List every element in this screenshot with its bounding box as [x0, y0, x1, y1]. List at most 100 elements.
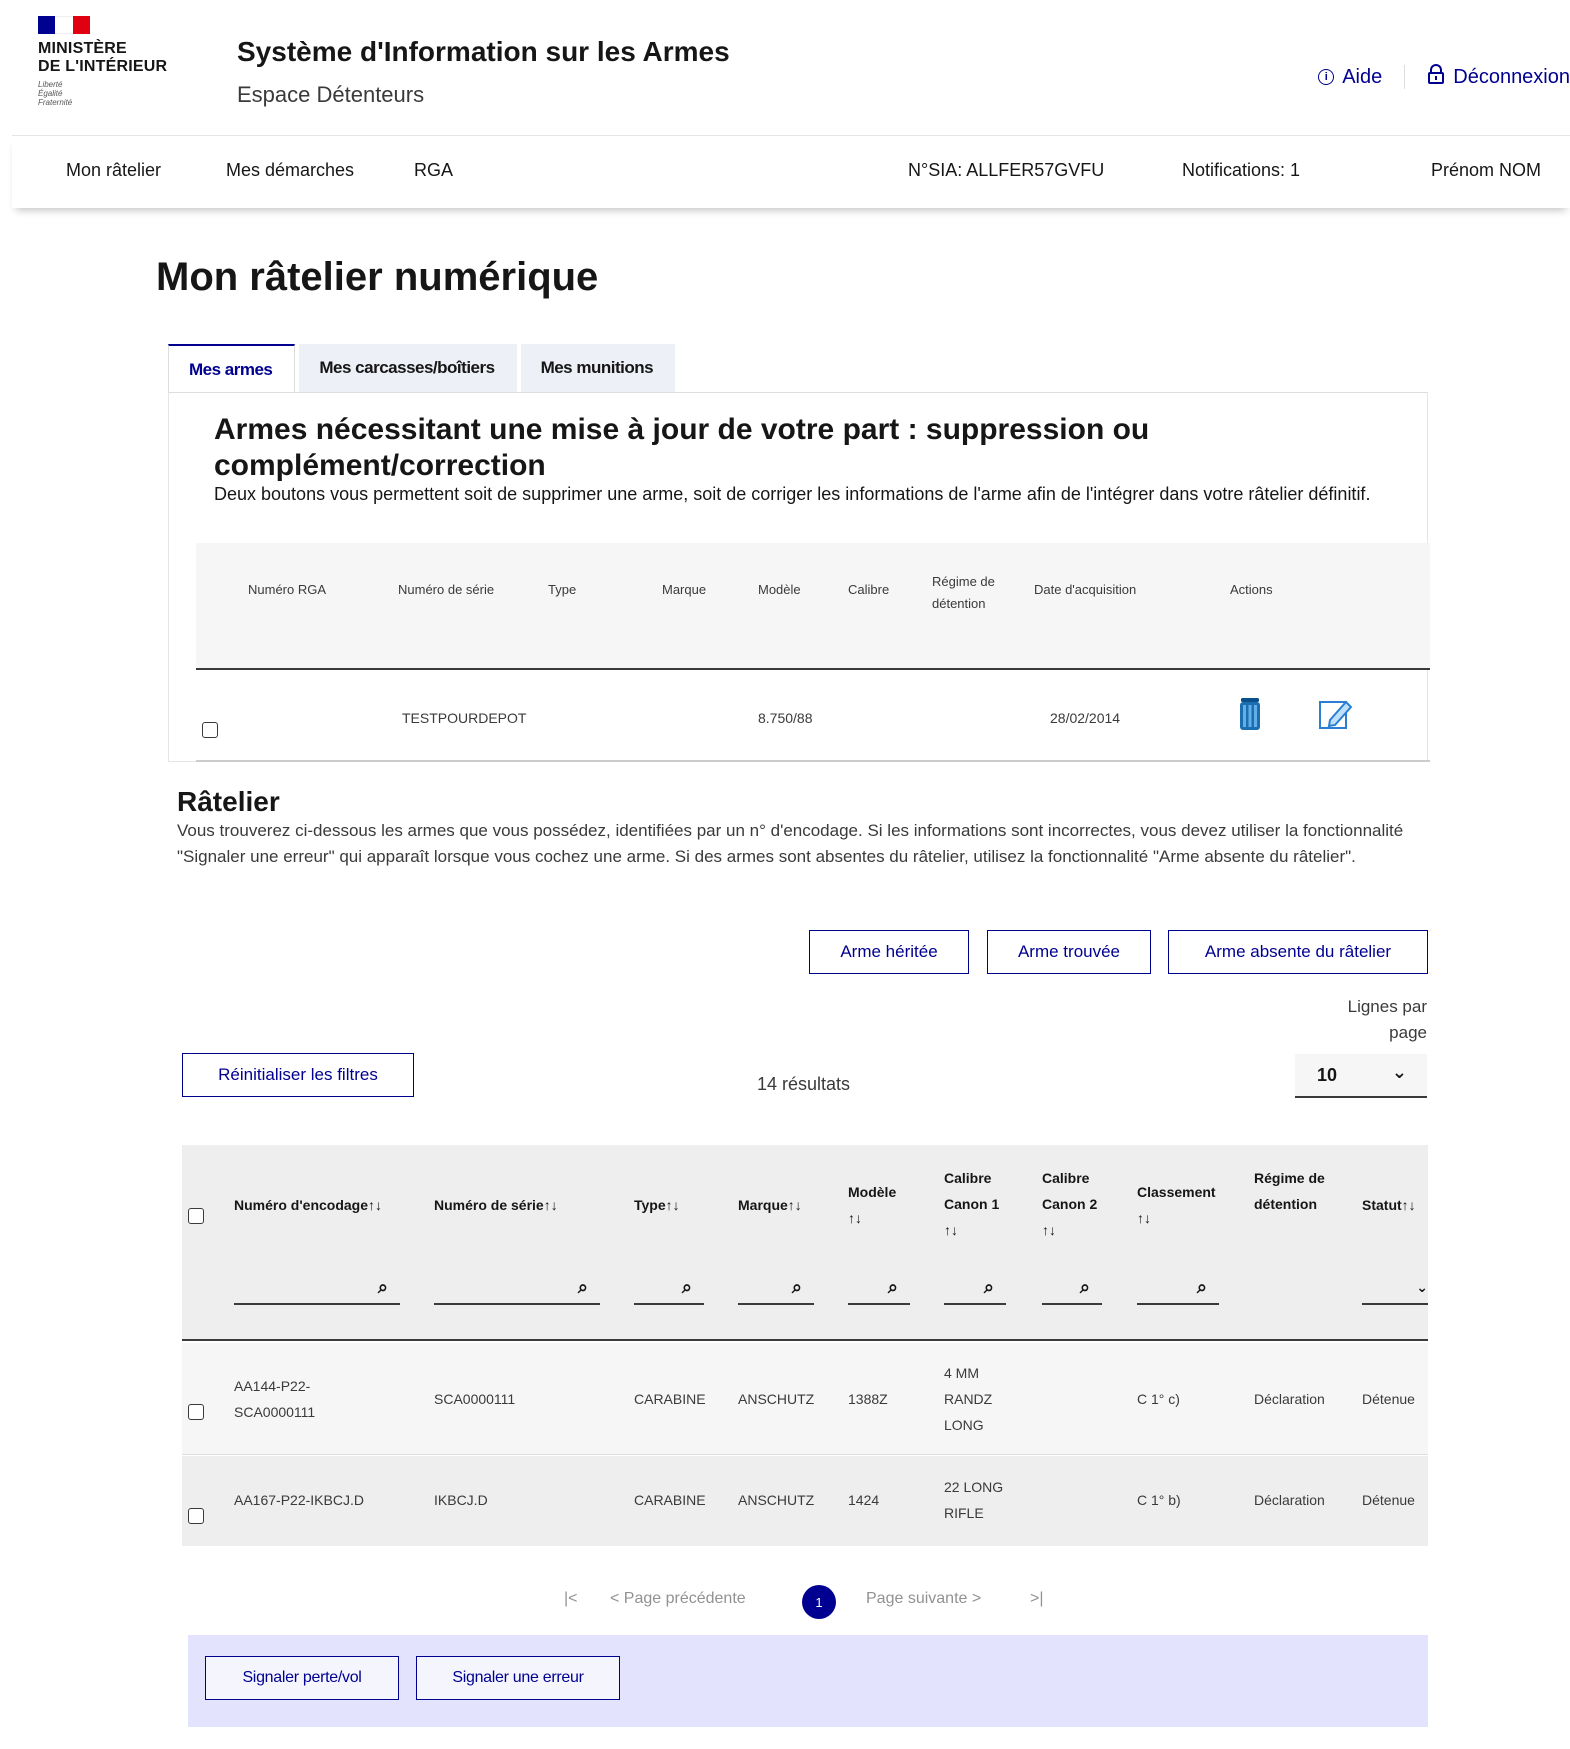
- logout-link[interactable]: Déconnexion: [1405, 64, 1570, 90]
- lines-per-page-label: Lignes par page: [1347, 997, 1427, 1042]
- ministry-logo[interactable]: MINISTÈRE DE L'INTÉRIEUR Liberté Égalité…: [38, 16, 188, 107]
- lines-per-page-select[interactable]: 10 ⌄: [1295, 1054, 1427, 1098]
- tab-mes-munitions[interactable]: Mes munitions: [520, 344, 676, 392]
- next-page-link[interactable]: Page suivante >: [866, 1590, 981, 1608]
- cell-encodage: AA167-P22-IKBCJ.D: [234, 1492, 364, 1508]
- col-type[interactable]: Type↑↓: [634, 1192, 680, 1218]
- filter-calibre-2[interactable]: ⌕: [1042, 1277, 1102, 1305]
- sort-icon[interactable]: ↑↓: [666, 1197, 680, 1213]
- nav-item-mon-ratelier[interactable]: Mon râtelier: [66, 160, 161, 181]
- notifications-link[interactable]: Notifications: 1: [1182, 160, 1300, 181]
- chevron-down-icon: ⌄: [1391, 1062, 1407, 1082]
- row-checkbox[interactable]: [188, 1508, 204, 1524]
- search-icon: ⌕: [681, 1277, 692, 1297]
- cell-regime: Déclaration: [1254, 1391, 1325, 1407]
- sia-number: N°SIA: ALLFER57GVFU: [908, 160, 1105, 180]
- col-calibre-2[interactable]: Calibre Canon 2 ↑↓: [1042, 1165, 1112, 1243]
- sort-icon[interactable]: ↑↓: [788, 1197, 802, 1213]
- col-regime: Régime de détention: [1254, 1170, 1325, 1212]
- tab-mes-armes[interactable]: Mes armes: [168, 344, 296, 392]
- search-icon: ⌕: [887, 1277, 898, 1297]
- previous-page-link[interactable]: < Page précédente: [610, 1590, 746, 1608]
- service-title-block: Système d'Information sur les Armes Espa…: [237, 36, 730, 108]
- table-row[interactable]: AA144-P22-SCA0000111 SCA0000111 CARABINE…: [182, 1343, 1428, 1455]
- cell-calibre-1: 22 LONG RIFLE: [944, 1479, 1004, 1521]
- maj-col-date: Date d'acquisition: [1034, 582, 1137, 597]
- select-all-checkbox[interactable]: [188, 1208, 204, 1224]
- ratelier-table-header: Numéro d'encodage↑↓ Numéro de série↑↓ Ty…: [182, 1145, 1428, 1341]
- col-calibre-1[interactable]: Calibre Canon 1 ↑↓: [944, 1165, 1014, 1243]
- filter-modele[interactable]: ⌕: [848, 1277, 910, 1305]
- col-serie[interactable]: Numéro de série↑↓: [434, 1192, 558, 1218]
- main-nav: Mon râtelier Mes démarches RGA N°SIA: AL…: [12, 136, 1570, 208]
- filter-calibre-1[interactable]: ⌕: [944, 1277, 1006, 1305]
- filter-classement[interactable]: ⌕: [1137, 1277, 1219, 1305]
- arme-absente-button[interactable]: Arme absente du râtelier: [1168, 930, 1428, 974]
- reset-filters-button[interactable]: Réinitialiser les filtres: [182, 1053, 414, 1097]
- signaler-erreur-button[interactable]: Signaler une erreur: [416, 1656, 620, 1700]
- help-link[interactable]: i Aide: [1296, 66, 1382, 89]
- search-icon: ⌕: [577, 1277, 588, 1297]
- maj-col-rga: Numéro RGA: [248, 582, 327, 597]
- lock-icon: [1427, 64, 1445, 90]
- service-title[interactable]: Système d'Information sur les Armes: [237, 36, 730, 68]
- maj-col-calibre: Calibre: [848, 582, 890, 597]
- lines-per-page-value: 10: [1317, 1064, 1338, 1085]
- maj-section-title: Armes nécessitant une mise à jour de vot…: [214, 413, 1150, 482]
- sort-icon[interactable]: ↑↓: [1137, 1210, 1151, 1226]
- cell-modele: 1424: [848, 1492, 880, 1508]
- sort-icon[interactable]: ↑↓: [1042, 1222, 1056, 1238]
- col-marque[interactable]: Marque↑↓: [738, 1192, 802, 1218]
- sort-icon[interactable]: ↑↓: [368, 1197, 382, 1213]
- search-icon: ⌕: [983, 1277, 994, 1297]
- first-page-link[interactable]: |<: [564, 1590, 578, 1608]
- delete-button[interactable]: [1232, 694, 1268, 734]
- filter-serie[interactable]: ⌕: [434, 1277, 600, 1305]
- filter-marque[interactable]: ⌕: [738, 1277, 814, 1305]
- col-encodage[interactable]: Numéro d'encodage↑↓: [234, 1192, 382, 1218]
- maj-col-serie: Numéro de série: [398, 582, 495, 597]
- maj-col-marque: Marque: [662, 582, 707, 597]
- results-count: 14 résultats: [757, 1074, 851, 1094]
- cell-calibre-1: 4 MM RANDZ LONG: [944, 1365, 993, 1433]
- sort-icon[interactable]: ↑↓: [1402, 1197, 1416, 1213]
- tab-mes-carcasses[interactable]: Mes carcasses/boîtiers: [299, 344, 517, 392]
- french-flag-icon: [38, 16, 90, 34]
- maj-cell-date: 28/02/2014: [1050, 710, 1121, 726]
- cell-encodage: AA144-P22-SCA0000111: [234, 1378, 316, 1420]
- cell-statut: Détenue: [1362, 1492, 1415, 1508]
- current-page[interactable]: 1: [802, 1585, 836, 1619]
- filter-type[interactable]: ⌕: [634, 1277, 704, 1305]
- search-icon: ⌕: [791, 1277, 802, 1297]
- row-checkbox[interactable]: [188, 1404, 204, 1420]
- filter-encodage[interactable]: ⌕: [234, 1277, 400, 1305]
- nav-item-mes-demarches[interactable]: Mes démarches: [226, 160, 354, 181]
- search-icon: ⌕: [377, 1277, 388, 1297]
- user-name[interactable]: Prénom NOM: [1431, 160, 1541, 181]
- maj-col-actions: Actions: [1230, 582, 1273, 597]
- maj-col-regime: Régime de détention: [932, 574, 995, 611]
- republic-motto: Liberté Égalité Fraternité: [38, 80, 73, 107]
- chevron-down-icon: ⌄: [1416, 1279, 1428, 1295]
- filter-statut-select[interactable]: ⌄: [1362, 1277, 1428, 1305]
- arme-heritee-button[interactable]: Arme héritée: [809, 930, 969, 974]
- col-modele[interactable]: Modèle ↑↓: [848, 1179, 918, 1231]
- maj-row-checkbox[interactable]: [202, 722, 218, 738]
- table-row[interactable]: AA167-P22-IKBCJ.D IKBCJ.D CARABINE ANSCH…: [182, 1456, 1428, 1546]
- ministry-name: MINISTÈRE DE L'INTÉRIEUR: [38, 40, 168, 75]
- sort-icon[interactable]: ↑↓: [944, 1222, 958, 1238]
- maj-section-description: Deux boutons vous permettent soit de sup…: [214, 484, 1371, 504]
- maj-cell-modele: 8.750/88: [758, 710, 813, 726]
- cell-marque: ANSCHUTZ: [738, 1492, 815, 1508]
- signaler-perte-vol-button[interactable]: Signaler perte/vol: [205, 1656, 399, 1700]
- arme-trouvee-button[interactable]: Arme trouvée: [987, 930, 1151, 974]
- tab-list: Mes armes Mes carcasses/boîtiers Mes mun…: [168, 344, 679, 392]
- edit-button[interactable]: [1316, 694, 1353, 734]
- col-classement[interactable]: Classement ↑↓: [1137, 1179, 1227, 1231]
- nav-item-rga[interactable]: RGA: [414, 160, 453, 181]
- last-page-link[interactable]: >|: [1030, 1590, 1044, 1608]
- sort-icon[interactable]: ↑↓: [848, 1210, 862, 1226]
- logout-label: Déconnexion: [1453, 65, 1570, 88]
- sort-icon[interactable]: ↑↓: [544, 1197, 558, 1213]
- col-statut[interactable]: Statut↑↓: [1362, 1192, 1416, 1218]
